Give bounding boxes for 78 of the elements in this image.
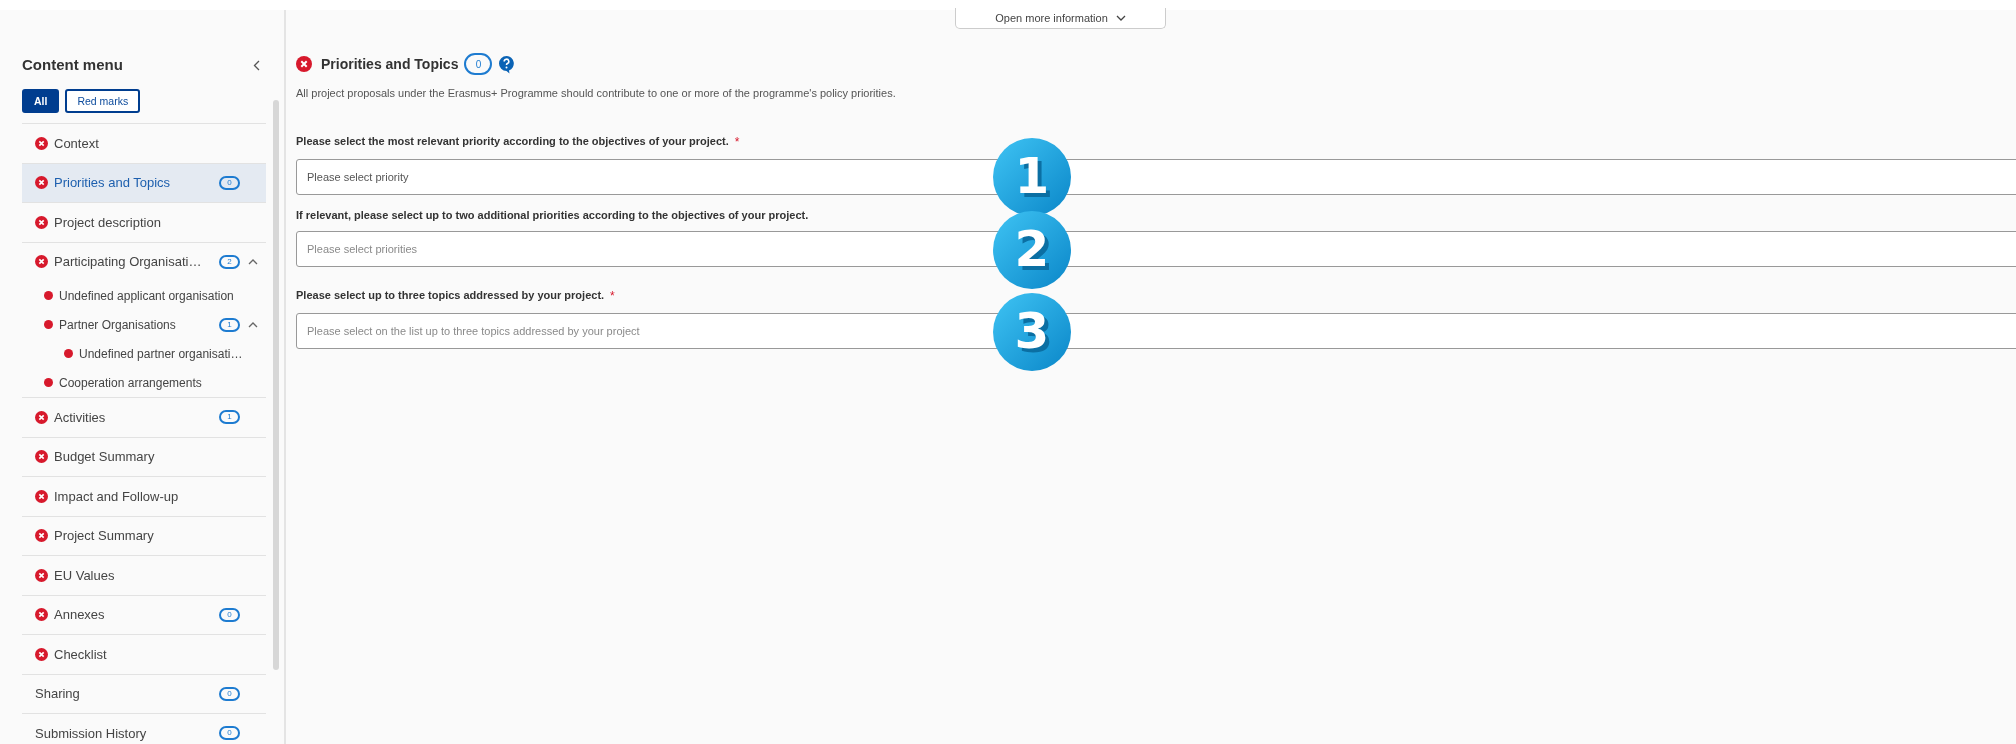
- count-badge: 0: [219, 175, 240, 190]
- menu-item-label: Undefined partner organisati…: [79, 345, 243, 363]
- step-number-badge: 1: [993, 137, 1071, 216]
- menu-item-label: Submission History: [35, 724, 148, 743]
- error-icon: [35, 568, 48, 582]
- field-label: Please select the most relevant priority according to the objectives of your project.: [296, 133, 729, 149]
- help-icon[interactable]: [498, 54, 516, 74]
- menu-item[interactable]: Project Summary: [22, 515, 266, 555]
- status-dot-icon: [44, 378, 53, 387]
- menu-item-label: Participating Organisati…: [54, 253, 203, 271]
- chevron-up-icon[interactable]: [248, 321, 258, 328]
- menu-item-label: Activities: [54, 408, 107, 427]
- required-mark: *: [734, 133, 740, 151]
- menu-item[interactable]: Undefined partner organisati…: [22, 339, 266, 368]
- menu-item[interactable]: Context: [22, 123, 266, 163]
- count-badge: 2: [219, 254, 240, 269]
- error-icon: [35, 136, 48, 150]
- menu-item-label: Priorities and Topics: [54, 174, 172, 192]
- status-dot-icon: [44, 320, 53, 329]
- error-icon: [35, 176, 48, 190]
- menu-item[interactable]: Sharing 0: [22, 673, 266, 713]
- menu-item-label: Sharing: [35, 685, 81, 703]
- menu-item[interactable]: EU Values: [22, 555, 266, 595]
- error-icon: [35, 450, 48, 464]
- field-label: If relevant, please select up to two additional priorities according to the objectives of your project.: [296, 207, 810, 223]
- count-badge: 0: [219, 607, 240, 622]
- count-badge: 0: [219, 726, 240, 741]
- count-badge: 1: [219, 410, 240, 425]
- menu-item-label: Partner Organisations: [59, 316, 177, 334]
- error-icon: [296, 56, 312, 72]
- field-label: Please select up to three topics addressed by your project.: [296, 288, 605, 303]
- menu-item[interactable]: Project description: [22, 202, 266, 242]
- status-dot-icon: [44, 291, 53, 300]
- menu-item-label: Context: [54, 134, 100, 153]
- menu-item-label: Impact and Follow-up: [54, 487, 180, 506]
- error-icon: [35, 529, 48, 543]
- menu-item[interactable]: Partner Organisations 1: [22, 310, 266, 339]
- menu-item[interactable]: Checklist: [22, 634, 266, 674]
- error-icon: [35, 255, 48, 269]
- required-mark: *: [610, 288, 615, 305]
- menu-item[interactable]: Participating Organisati… 2: [22, 241, 266, 281]
- menu-item[interactable]: Impact and Follow-up: [22, 476, 266, 516]
- menu-item-label: Annexes: [54, 606, 106, 624]
- error-icon: [35, 489, 48, 503]
- menu-item[interactable]: Cooperation arrangements: [22, 368, 266, 397]
- error-icon: [35, 647, 48, 661]
- menu-item-label: Cooperation arrangements: [59, 374, 203, 392]
- menu-item[interactable]: Annexes 0: [22, 594, 266, 634]
- error-icon: [35, 410, 48, 424]
- menu-item[interactable]: Budget Summary: [22, 436, 266, 476]
- status-dot-icon: [64, 349, 73, 358]
- filter-button[interactable]: Red marks: [65, 88, 141, 113]
- menu-item[interactable]: Activities 1: [22, 397, 266, 437]
- menu-item[interactable]: Priorities and Topics 0: [22, 162, 266, 202]
- step-number-badge: 2: [993, 210, 1071, 289]
- count-badge: 0: [464, 53, 493, 75]
- count-badge: 1: [219, 317, 240, 332]
- menu-item[interactable]: Undefined applicant organisation: [22, 281, 266, 310]
- menu-item-label: Project Summary: [54, 527, 155, 545]
- section-title: Priorities and Topics: [321, 54, 459, 74]
- scrollbar[interactable]: [273, 100, 279, 670]
- section-description: All project proposals under the Erasmus+ Programme should contribute to one or more of the programme's policy priorities.: [296, 86, 897, 101]
- menu-item-label: Project description: [54, 213, 162, 232]
- menu-item-label: Checklist: [54, 645, 108, 664]
- chevron-down-icon[interactable]: [1115, 15, 1126, 21]
- collapse-icon[interactable]: [253, 59, 260, 71]
- menu-item[interactable]: Submission History 0: [22, 713, 266, 744]
- error-icon: [35, 215, 48, 229]
- sidebar-title: Content menu: [22, 55, 123, 75]
- more-info-button[interactable]: Open more information: [955, 8, 1166, 29]
- chevron-up-icon[interactable]: [248, 258, 258, 265]
- filter-button[interactable]: All: [22, 88, 60, 113]
- menu-item-label: EU Values: [54, 566, 116, 585]
- error-icon: [35, 608, 48, 622]
- count-badge: 0: [219, 686, 240, 701]
- menu-item-label: Undefined applicant organisation: [59, 287, 235, 305]
- step-number-badge: 3: [993, 292, 1071, 371]
- menu-item-label: Budget Summary: [54, 448, 156, 466]
